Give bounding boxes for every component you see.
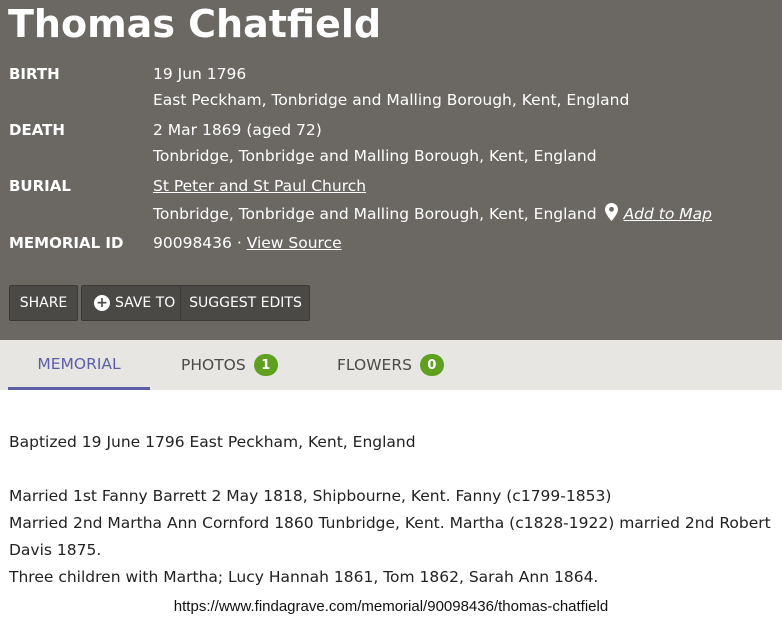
bio-line-second-marriage-cont: Davis 1875. <box>9 541 102 559</box>
tab-photos-label: PHOTOS <box>181 356 246 374</box>
death-label: DEATH <box>9 121 65 139</box>
birth-place: East Peckham, Tonbridge and Malling Boro… <box>153 91 630 109</box>
tab-flowers[interactable]: FLOWERS 0 <box>337 340 444 390</box>
cemetery-link[interactable]: St Peter and St Paul Church <box>153 177 366 195</box>
map-pin-icon[interactable] <box>604 203 618 225</box>
tab-flowers-label: FLOWERS <box>337 356 412 374</box>
death-place: Tonbridge, Tonbridge and Malling Borough… <box>153 147 597 165</box>
tab-memorial[interactable]: MEMORIAL <box>8 340 150 390</box>
death-date: 2 Mar 1869 (aged 72) <box>153 121 322 139</box>
burial-place: Tonbridge, Tonbridge and Malling Borough… <box>153 205 597 223</box>
source-url: https://www.findagrave.com/memorial/9009… <box>173 598 609 615</box>
page-title: Thomas Chatfield <box>8 2 382 46</box>
view-source-link[interactable]: View Source <box>247 234 342 252</box>
save-to-button[interactable]: + SAVE TO <box>82 286 181 320</box>
bio-line-children: Three children with Martha; Lucy Hannah … <box>9 568 599 586</box>
tab-memorial-label: MEMORIAL <box>37 354 121 373</box>
memorial-id-label: MEMORIAL ID <box>9 234 124 252</box>
bio-line-second-marriage: Married 2nd Martha Ann Cornford 1860 Tun… <box>9 514 771 532</box>
memorial-header: Thomas Chatfield BIRTH 19 Jun 1796 East … <box>0 0 782 340</box>
tab-bar: MEMORIAL PHOTOS 1 FLOWERS 0 <box>0 340 782 390</box>
photos-count-badge: 1 <box>253 354 278 376</box>
share-button[interactable]: SHARE <box>9 285 78 321</box>
plus-circle-icon: + <box>94 295 110 311</box>
birth-date: 19 Jun 1796 <box>153 65 247 83</box>
tab-photos[interactable]: PHOTOS 1 <box>181 340 278 390</box>
flowers-count-badge: 0 <box>419 354 444 376</box>
bio-line-first-marriage: Married 1st Fanny Barrett 2 May 1818, Sh… <box>9 487 612 505</box>
burial-place-row: Tonbridge, Tonbridge and Malling Borough… <box>153 203 712 225</box>
suggest-edits-button[interactable]: SUGGEST EDITS <box>182 286 309 320</box>
bio-line-baptism: Baptized 19 June 1796 East Peckham, Kent… <box>9 433 416 451</box>
birth-label: BIRTH <box>9 65 60 83</box>
burial-label: BURIAL <box>9 177 71 195</box>
memorial-id-row: 90098436 · View Source <box>153 234 342 252</box>
save-to-label: SAVE TO <box>115 295 176 311</box>
add-to-map-link[interactable]: Add to Map <box>624 205 712 223</box>
memorial-id-value: 90098436 · <box>153 234 242 252</box>
